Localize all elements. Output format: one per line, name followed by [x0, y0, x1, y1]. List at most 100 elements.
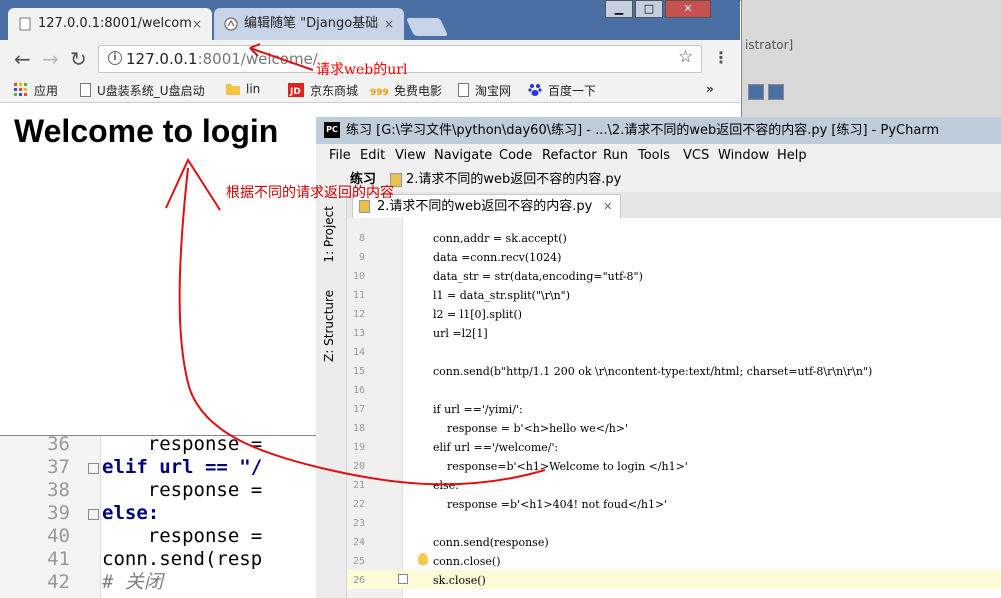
back-button[interactable]: ← — [14, 48, 31, 70]
svg-text:999: 999 — [370, 88, 388, 97]
menu-navigate[interactable]: Navigate — [434, 144, 492, 168]
code-line: 17 if url =='/yimi/': — [347, 400, 1001, 419]
pycharm-title-bar: PC 练习 [G:\学习文件\python\day60\练习] - ...\2.… — [316, 117, 1001, 144]
code-line: 19 elif url =='/welcome/': — [347, 438, 1001, 457]
minimize-button[interactable]: ▁ — [605, 0, 633, 18]
code-text: response = — [102, 479, 263, 501]
maximize-button[interactable]: □ — [635, 0, 663, 18]
line-number: 8 — [358, 233, 365, 244]
menu-window[interactable]: Window — [718, 144, 769, 168]
browser-tab-welcome[interactable]: 127.0.0.1:8001/welcom × — [8, 8, 212, 40]
folder-icon — [226, 84, 240, 95]
line-number: 16 — [352, 385, 365, 396]
menu-run[interactable]: Run — [603, 144, 628, 168]
line-number: 36 — [47, 433, 70, 455]
bookmark-star-icon[interactable]: ☆ — [678, 47, 693, 67]
annotation-content-note: 根据不同的请求返回的内容 — [226, 185, 394, 201]
line-number: 37 — [47, 456, 70, 478]
line-number: 17 — [352, 404, 365, 415]
code-line: 11 l1 = data_str.split("\r\n") — [347, 286, 1001, 305]
close-tab-icon[interactable]: × — [384, 8, 394, 40]
code-text: response=b'<h1>Welcome to login </h1>' — [433, 460, 688, 473]
pycharm-nav-bar: 练习 2.请求不同的web返回不容的内容.py — [316, 168, 1001, 193]
info-icon[interactable]: i — [108, 51, 122, 65]
project-tool-button[interactable]: 1: Project — [322, 206, 336, 263]
svg-text:JD: JD — [289, 87, 301, 97]
page-icon — [458, 83, 469, 97]
menu-refactor[interactable]: Refactor — [542, 144, 597, 168]
close-window-button[interactable]: ✕ — [665, 0, 711, 18]
browser-tab-blog-editor[interactable]: 编辑随笔 "Django基础 × — [214, 8, 404, 40]
code-line: 14 — [347, 343, 1001, 362]
background-code-line: 36 response = — [0, 433, 320, 456]
movie-site-icon: 999 — [370, 88, 388, 97]
bookmarks-bar: 应用 U盘装系统_U盘启动 lin JD 京东商城 999 免费电影 淘宝网 百度一… — [0, 78, 740, 103]
bookmarks-overflow-button[interactable]: » — [706, 82, 714, 96]
code-line: 22 response =b'<h1>404! not foud</h1>' — [347, 495, 1001, 514]
line-number: 22 — [352, 499, 365, 510]
chrome-menu-icon[interactable]: ⋮ — [713, 48, 729, 67]
line-number: 12 — [352, 309, 365, 320]
code-text: sk.close() — [433, 574, 486, 587]
bookmark-label: U盘装系统_U盘启动 — [97, 84, 205, 98]
menu-view[interactable]: View — [395, 144, 426, 168]
menu-edit[interactable]: Edit — [360, 144, 385, 168]
pycharm-logo-icon: PC — [324, 122, 340, 138]
bookmark-lin[interactable]: lin — [226, 82, 260, 96]
bookmark-movies[interactable]: 999 免费电影 — [370, 82, 442, 99]
background-code-line: 37 elif url == "/ — [0, 456, 320, 479]
bookmark-apps[interactable]: 应用 — [14, 82, 58, 99]
line-number: 19 — [352, 442, 365, 453]
code-text: l1 = data_str.split("\r\n") — [433, 289, 571, 302]
fold-icon[interactable] — [398, 574, 408, 584]
line-number: 38 — [47, 479, 70, 501]
menu-file[interactable]: File — [329, 144, 351, 168]
annotation-url-note: 请求web的url — [316, 62, 408, 78]
line-number: 40 — [47, 525, 70, 547]
line-number: 20 — [352, 461, 365, 472]
line-number: 23 — [352, 518, 365, 529]
menu-tools[interactable]: Tools — [638, 144, 670, 168]
file-tab-label: 2.请求不同的web返回不容的内容.py — [377, 199, 593, 214]
fold-icon[interactable] — [88, 463, 99, 474]
background-code-line: 41 conn.send(resp — [0, 548, 320, 571]
bookmark-taobao[interactable]: 淘宝网 — [458, 82, 511, 99]
code-line: 13 url =l2[1] — [347, 324, 1001, 343]
reload-button[interactable]: ↻ — [70, 48, 87, 70]
lightbulb-icon[interactable] — [418, 553, 428, 565]
code-text: response = — [102, 525, 263, 547]
menu-vcs[interactable]: VCS — [683, 144, 709, 168]
line-number: 26 — [352, 575, 365, 586]
forward-button[interactable]: → — [42, 48, 59, 70]
breadcrumb-file[interactable]: 2.请求不同的web返回不容的内容.py — [406, 168, 621, 192]
background-window-strip — [740, 0, 1001, 118]
background-code-line: 40 response = — [0, 525, 320, 548]
tool-window-strip: 1: Project Z: Structure — [316, 192, 347, 598]
close-tab-icon[interactable]: ✕ — [603, 195, 612, 219]
jd-logo-icon: JD — [288, 83, 304, 97]
new-tab-button[interactable] — [405, 18, 449, 36]
code-text: response =b'<h1>404! not foud</h1>' — [433, 498, 668, 511]
fold-icon[interactable] — [88, 509, 99, 520]
bookmark-jd[interactable]: JD 京东商城 — [288, 82, 358, 99]
code-text: url =l2[1] — [433, 327, 488, 340]
code-text: elif url == "/ — [102, 456, 263, 478]
window-controls: ▁ □ ✕ — [605, 0, 740, 18]
url-text[interactable]: 127.0.0.1:8001/welcome/ — [126, 50, 318, 68]
background-code-line: 42 # 关闭 — [0, 571, 320, 594]
blog-icon — [224, 17, 238, 31]
structure-tool-button[interactable]: Z: Structure — [322, 290, 336, 362]
line-number: 13 — [352, 328, 365, 339]
line-number: 14 — [352, 347, 365, 358]
bookmark-label: lin — [246, 82, 261, 96]
bookmark-baidu[interactable]: 百度一下 — [528, 82, 596, 99]
line-number: 21 — [352, 480, 365, 491]
menu-code[interactable]: Code — [499, 144, 532, 168]
close-tab-icon[interactable]: × — [192, 8, 202, 40]
window-title: 练习 [G:\学习文件\python\day60\练习] - ...\2.请求不… — [346, 123, 940, 138]
code-line: 24 conn.send(response) — [347, 533, 1001, 552]
code-text: l2 = l1[0].split() — [433, 308, 523, 321]
bookmark-upan[interactable]: U盘装系统_U盘启动 — [80, 82, 205, 99]
code-line: 16 — [347, 381, 1001, 400]
menu-help[interactable]: Help — [777, 144, 807, 168]
